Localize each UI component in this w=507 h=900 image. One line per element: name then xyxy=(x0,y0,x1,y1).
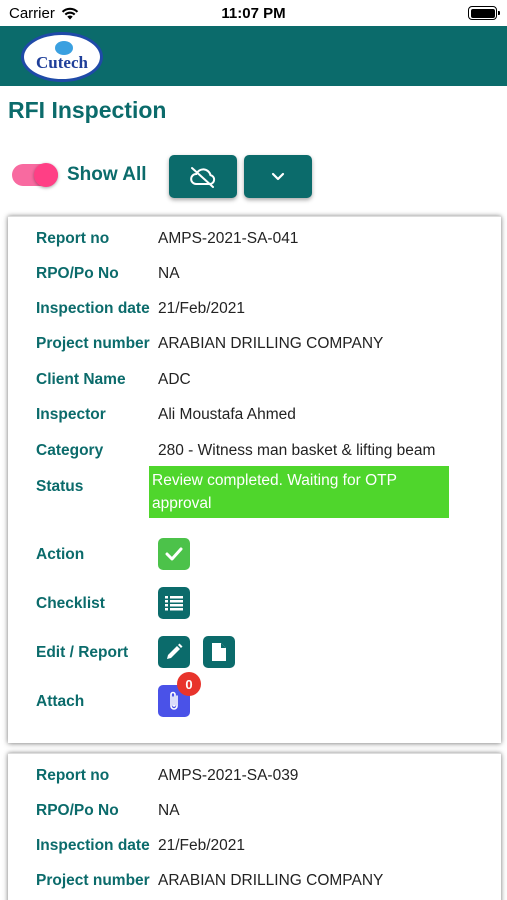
field-client-name: Client Name ADC xyxy=(36,371,491,395)
field-attach: Attach 0 xyxy=(36,672,491,717)
label-client-name: Client Name xyxy=(36,371,126,388)
field-inspector: Inspector Ali Moustafa Ahmed xyxy=(36,406,491,430)
page-title: RFI Inspection xyxy=(8,97,167,123)
status-badge: Review completed. Waiting for OTP approv… xyxy=(149,466,449,518)
app-header: Cutech xyxy=(0,26,507,86)
report-button[interactable] xyxy=(203,636,235,668)
label-report-no: Report no xyxy=(36,230,110,247)
field-status: Status Review completed. Waiting for OTP… xyxy=(36,466,491,518)
cloud-off-icon xyxy=(190,166,216,188)
edit-button[interactable] xyxy=(158,636,190,668)
value-category: 280 - Witness man basket & lifting beam xyxy=(158,442,436,459)
field-edit-report: Edit / Report xyxy=(36,636,491,668)
label-attach: Attach xyxy=(36,693,85,710)
label-project-number: Project number xyxy=(36,872,150,889)
list-icon xyxy=(165,596,183,611)
attachment-count-badge: 0 xyxy=(177,672,201,696)
label-inspection-date: Inspection date xyxy=(36,837,150,854)
value-inspection-date: 21/Feb/2021 xyxy=(158,300,246,317)
value-inspector: Ali Moustafa Ahmed xyxy=(158,406,296,423)
document-icon xyxy=(212,643,226,661)
field-project-number: Project number ARABIAN DRILLING COMPANY xyxy=(36,335,491,359)
field-action: Action xyxy=(36,538,491,570)
field-report-no: Report no AMPS-2021-SA-041 xyxy=(36,230,491,254)
dropdown-button[interactable] xyxy=(244,155,312,198)
label-rpo: RPO/Po No xyxy=(36,265,119,282)
value-report-no: AMPS-2021-SA-041 xyxy=(158,230,299,247)
value-client-name: ADC xyxy=(158,371,191,388)
label-edit-report: Edit / Report xyxy=(36,644,129,661)
label-inspection-date: Inspection date xyxy=(36,300,150,317)
show-all-label: Show All xyxy=(67,164,147,185)
field-inspection-date: Inspection date 21/Feb/2021 xyxy=(36,300,491,324)
battery-icon xyxy=(468,6,500,20)
clock: 11:07 PM xyxy=(221,5,286,22)
label-inspector: Inspector xyxy=(36,406,106,423)
field-inspection-date: Inspection date 21/Feb/2021 xyxy=(36,837,491,861)
toolbar: Show All xyxy=(12,155,502,199)
label-action: Action xyxy=(36,546,85,563)
label-rpo: RPO/Po No xyxy=(36,802,119,819)
value-report-no: AMPS-2021-SA-039 xyxy=(158,767,299,784)
paperclip-icon xyxy=(170,691,178,710)
logo-text: Cutech xyxy=(36,53,88,72)
field-category: Category 280 - Witness man basket & lift… xyxy=(36,442,491,466)
checklist-button[interactable] xyxy=(158,587,190,619)
field-project-number: Project number ARABIAN DRILLING COMPANY xyxy=(36,872,491,896)
field-rpo: RPO/Po No NA xyxy=(36,265,491,289)
value-rpo: NA xyxy=(158,802,180,819)
label-category: Category xyxy=(36,442,104,459)
value-project-number: ARABIAN DRILLING COMPANY xyxy=(158,335,384,352)
field-checklist: Checklist xyxy=(36,587,491,619)
field-report-no: Report no AMPS-2021-SA-039 xyxy=(36,767,491,791)
field-rpo: RPO/Po No NA xyxy=(36,802,491,826)
cutech-logo: Cutech xyxy=(21,32,103,82)
show-all-toggle[interactable] xyxy=(12,163,58,187)
label-project-number: Project number xyxy=(36,335,150,352)
chevron-down-icon xyxy=(271,172,285,180)
cloud-sync-button[interactable] xyxy=(169,155,237,198)
label-status: Status xyxy=(36,478,84,495)
label-report-no: Report no xyxy=(36,767,110,784)
check-icon xyxy=(165,547,183,561)
status-bar: Carrier 11:07 PM xyxy=(0,0,507,26)
pencil-icon xyxy=(167,643,183,659)
label-checklist: Checklist xyxy=(36,595,105,612)
value-rpo: NA xyxy=(158,265,180,282)
report-card[interactable]: Report no AMPS-2021-SA-041 RPO/Po No NA … xyxy=(8,216,501,743)
value-project-number: ARABIAN DRILLING COMPANY xyxy=(158,872,384,889)
value-inspection-date: 21/Feb/2021 xyxy=(158,837,246,854)
approve-button[interactable] xyxy=(158,538,190,570)
report-card[interactable]: Report no AMPS-2021-SA-039 RPO/Po No NA … xyxy=(8,753,501,900)
toggle-knob xyxy=(34,163,58,187)
